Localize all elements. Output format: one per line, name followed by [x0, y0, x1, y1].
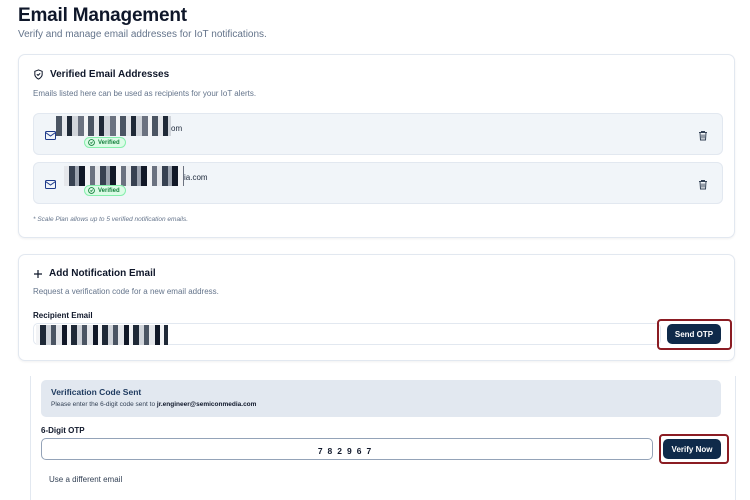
otp-input[interactable]: 782967	[41, 438, 653, 460]
delete-email-button[interactable]	[698, 128, 710, 141]
add-email-description: Request a verification code for a new em…	[33, 287, 219, 296]
code-sent-email: jr.engineer@semiconmedia.com	[156, 401, 257, 408]
verify-now-button[interactable]: Verify Now	[663, 439, 721, 459]
verified-emails-description: Emails listed here can be used as recipi…	[33, 89, 257, 98]
recipient-email-label: Recipient Email	[33, 311, 93, 320]
check-circle-icon	[88, 187, 95, 194]
verified-email-row: om Verified	[33, 113, 723, 155]
code-sent-alert: Verification Code Sent Please enter the …	[41, 380, 721, 417]
otp-verification-panel: Verification Code Sent Please enter the …	[30, 376, 736, 500]
otp-label: 6-Digit OTP	[41, 426, 85, 435]
verified-emails-header: Verified Email Addresses	[33, 69, 169, 80]
verified-badge-label: Verified	[98, 187, 120, 194]
send-otp-button[interactable]: Send OTP	[667, 324, 721, 344]
verified-badge-label: Verified	[98, 139, 120, 146]
email-address-suffix: om	[171, 124, 183, 133]
plan-limit-note: * Scale Plan allows up to 5 verified not…	[33, 216, 188, 223]
verified-email-row: ia.com Verified	[33, 162, 723, 204]
recipient-email-input[interactable]	[33, 323, 661, 345]
trash-icon	[699, 180, 707, 190]
redacted-email	[64, 166, 184, 186]
page-subtitle: Verify and manage email addresses for Io…	[18, 29, 267, 40]
delete-email-button[interactable]	[698, 177, 710, 190]
code-sent-description: Please enter the 6-digit code sent to jr…	[51, 401, 256, 408]
verified-badge: Verified	[84, 137, 126, 148]
shield-check-icon	[34, 69, 43, 80]
email-address-suffix: ia.com	[184, 173, 208, 182]
verified-badge: Verified	[84, 185, 126, 196]
redacted-email	[36, 325, 168, 345]
plus-icon	[34, 269, 42, 278]
otp-value: 782967	[317, 446, 377, 456]
verified-emails-card: Verified Email Addresses Emails listed h…	[18, 54, 735, 238]
code-sent-title: Verification Code Sent	[51, 387, 142, 397]
add-email-header: Add Notification Email	[33, 268, 156, 279]
add-email-card: Add Notification Email Request a verific…	[18, 254, 735, 361]
code-sent-prefix: Please enter the 6-digit code sent to	[51, 401, 156, 408]
mail-icon	[44, 178, 56, 190]
verified-emails-title: Verified Email Addresses	[50, 69, 170, 80]
trash-icon	[699, 131, 707, 141]
use-different-email-link[interactable]: Use a different email	[49, 475, 122, 484]
add-email-title: Add Notification Email	[49, 268, 156, 279]
redacted-email	[56, 116, 171, 136]
mail-icon	[44, 129, 56, 141]
check-circle-icon	[88, 139, 95, 146]
page-title: Email Management	[18, 5, 187, 26]
